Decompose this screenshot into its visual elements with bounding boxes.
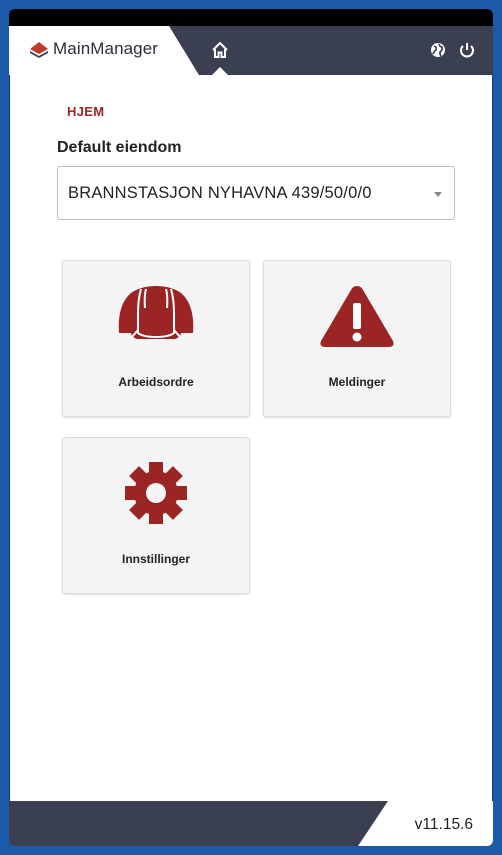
- app-frame: MainManager HJEM Default eiendom BRANNST…: [9, 9, 493, 846]
- status-bar: [9, 9, 493, 26]
- logo-icon: [30, 42, 48, 58]
- footer: v11.15.6: [9, 801, 493, 846]
- breadcrumb: HJEM: [67, 104, 105, 119]
- tile-label: Arbeidsordre: [118, 375, 194, 389]
- property-select[interactable]: BRANNSTASJON NYHAVNA 439/50/0/0: [57, 166, 455, 220]
- top-bar: MainManager: [9, 26, 493, 75]
- gear-icon: [125, 462, 187, 524]
- active-tab-indicator: [212, 67, 228, 75]
- tile-innstillinger[interactable]: Innstillinger: [62, 437, 250, 594]
- property-label: Default eiendom: [57, 139, 182, 156]
- home-tab[interactable]: [205, 34, 235, 68]
- warning-icon: [320, 286, 394, 347]
- home-icon: [212, 41, 228, 58]
- app-name: MainManager: [53, 39, 159, 58]
- chevron-down-icon: [434, 192, 442, 197]
- globe-icon[interactable]: [428, 40, 448, 60]
- tile-arbeidsordre[interactable]: Arbeidsordre: [62, 260, 250, 417]
- tile-label: Innstillinger: [121, 552, 190, 566]
- power-icon[interactable]: [457, 40, 477, 60]
- hard-hat-icon: [118, 286, 194, 339]
- tile-meldinger[interactable]: Meldinger: [263, 260, 451, 417]
- tile-label: Meldinger: [328, 375, 386, 389]
- brand[interactable]: MainManager: [9, 26, 199, 75]
- version-label: v11.15.6: [414, 816, 473, 833]
- property-select-value: BRANNSTASJON NYHAVNA 439/50/0/0: [68, 184, 372, 202]
